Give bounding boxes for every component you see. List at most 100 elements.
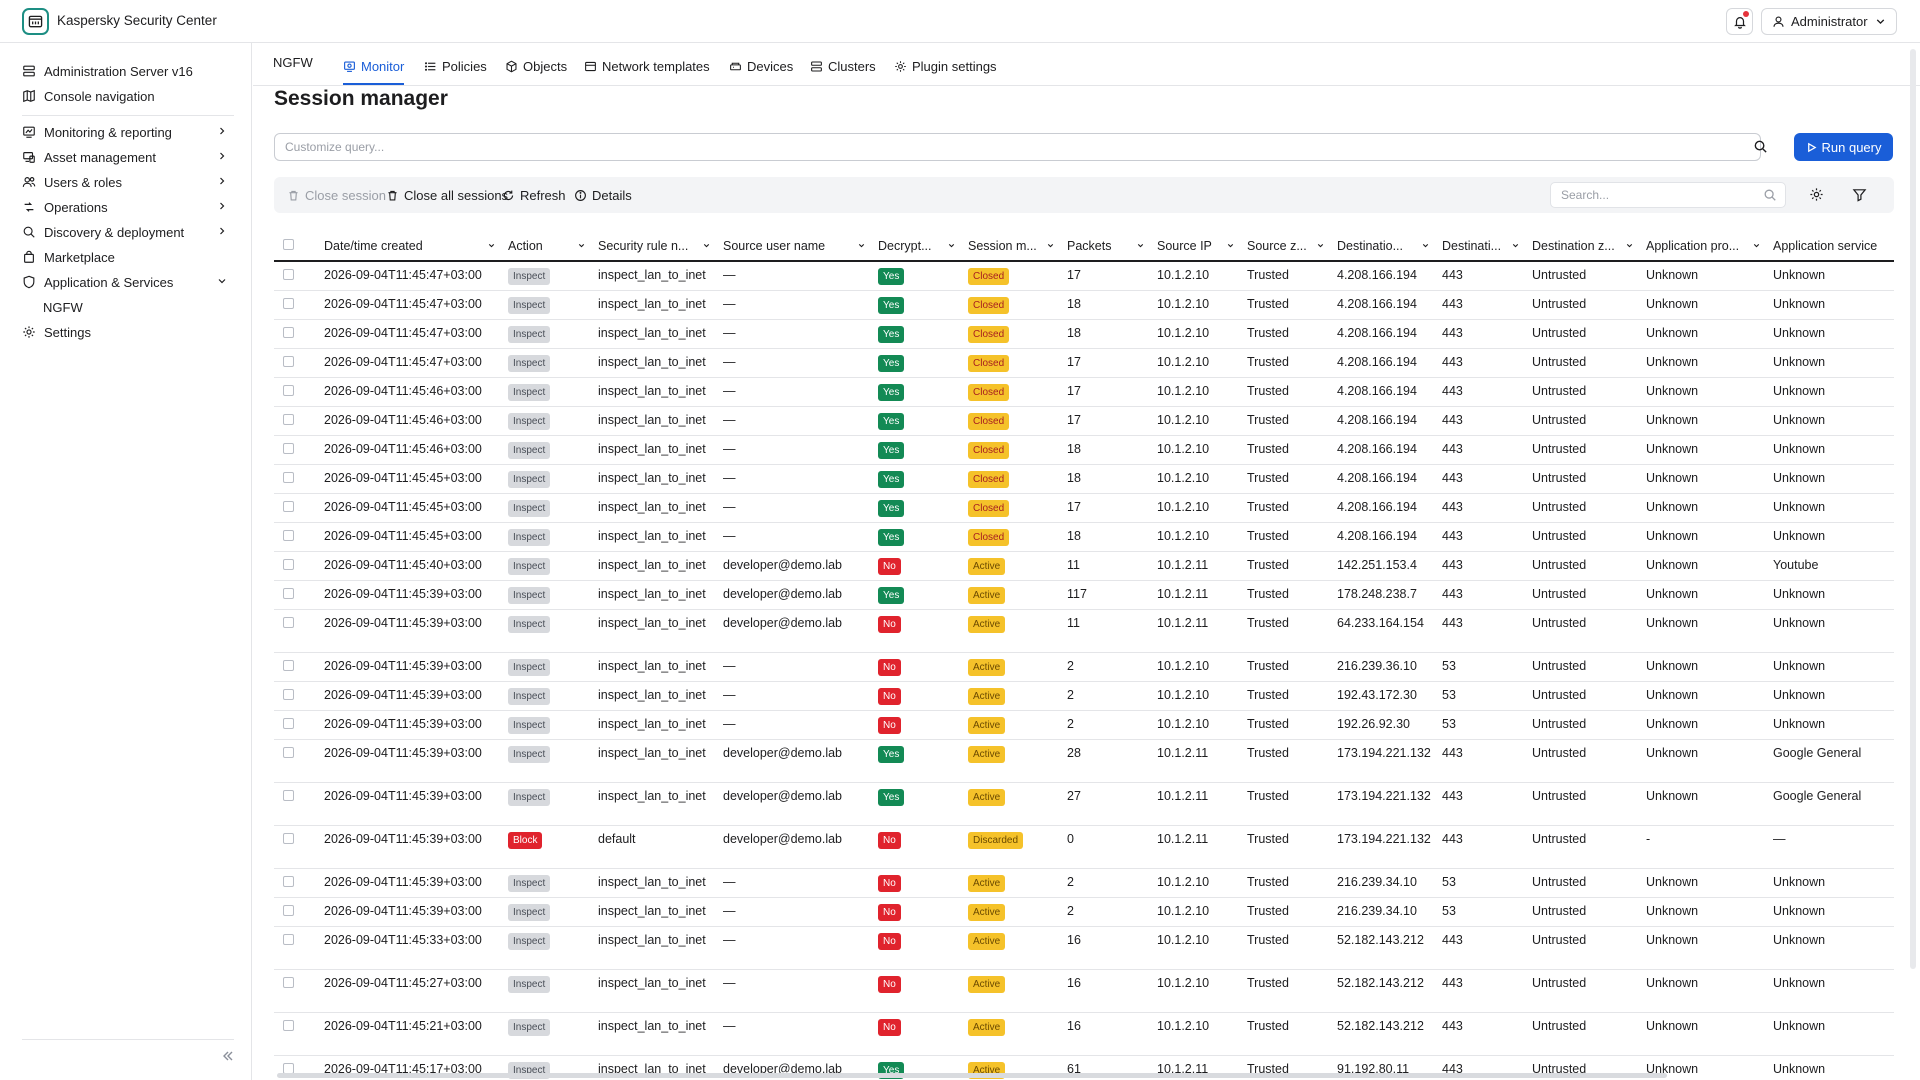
row-checkbox[interactable] <box>283 746 294 758</box>
column-header[interactable]: Application service <box>1769 231 1894 262</box>
app-logo-icon[interactable] <box>22 8 49 35</box>
table-row[interactable]: 2026-09-04T11:45:46+03:00 Inspect inspect_… <box>274 435 1894 465</box>
column-header[interactable]: Source IP <box>1153 231 1243 262</box>
list-icon <box>424 62 436 71</box>
table-row[interactable]: 2026-09-04T11:45:39+03:00 Inspect inspect_… <box>274 868 1894 898</box>
table-row[interactable]: 2026-09-04T11:45:47+03:00 Inspect inspect_… <box>274 319 1894 349</box>
tab-devices[interactable]: Devices <box>729 59 793 85</box>
settings-icon[interactable] <box>1809 187 1824 202</box>
row-checkbox[interactable] <box>283 500 294 512</box>
refresh-button[interactable]: Refresh <box>502 186 566 204</box>
row-checkbox[interactable] <box>283 1062 294 1074</box>
sidebar-item-ngfw[interactable]: NGFW <box>43 296 83 318</box>
sidebar-item-marketplace[interactable]: Marketplace <box>22 246 228 268</box>
tab-plugin-settings[interactable]: Plugin settings <box>894 59 997 85</box>
tab-network-templates[interactable]: Network templates <box>584 59 710 85</box>
row-checkbox[interactable] <box>283 904 294 916</box>
row-checkbox[interactable] <box>283 558 294 570</box>
close-all-sessions-button[interactable]: Close all sessions <box>386 186 508 204</box>
query-input[interactable] <box>274 133 1761 161</box>
column-header[interactable]: Decrypt... <box>874 231 964 262</box>
column-header[interactable]: Destination z... <box>1528 231 1642 262</box>
collapse-sidebar-icon[interactable] <box>220 1048 236 1064</box>
column-header[interactable]: Source z... <box>1243 231 1333 262</box>
column-header[interactable]: Security rule n... <box>594 231 719 262</box>
table-row[interactable]: 2026-09-04T11:45:39+03:00 Inspect inspect_… <box>274 897 1894 927</box>
row-checkbox[interactable] <box>283 1019 294 1031</box>
user-menu-button[interactable]: Administrator <box>1761 8 1897 35</box>
row-checkbox[interactable] <box>283 832 294 844</box>
table-row[interactable]: 2026-09-04T11:45:39+03:00 Inspect inspect_… <box>274 580 1894 610</box>
column-header[interactable]: Destinati... <box>1438 231 1528 262</box>
sidebar-item-operations[interactable]: Operations <box>22 196 228 218</box>
table-row[interactable]: 2026-09-04T11:45:27+03:00 Inspect inspect_… <box>274 969 1894 1013</box>
row-checkbox[interactable] <box>283 442 294 454</box>
search-icon[interactable] <box>1753 139 1768 154</box>
row-checkbox[interactable] <box>283 269 294 280</box>
table-row[interactable]: 2026-09-04T11:45:46+03:00 Inspect inspect_… <box>274 377 1894 407</box>
row-checkbox[interactable] <box>283 688 294 700</box>
table-row[interactable]: 2026-09-04T11:45:39+03:00 Inspect inspect_… <box>274 609 1894 653</box>
sidebar-item-administration-server[interactable]: Administration Server v16 <box>22 60 228 82</box>
source-user-cell: — <box>719 290 874 320</box>
table-row[interactable]: 2026-09-04T11:45:39+03:00 Inspect inspect_… <box>274 681 1894 711</box>
column-header[interactable]: Date/time created <box>320 231 504 262</box>
column-header[interactable]: Application pro... <box>1642 231 1769 262</box>
vertical-scrollbar[interactable] <box>1910 49 1916 969</box>
sidebar-item-monitoring-reporting[interactable]: Monitoring & reporting <box>22 121 228 143</box>
column-header[interactable]: Action <box>504 231 594 262</box>
sidebar-item-discovery-deployment[interactable]: Discovery & deployment <box>22 221 228 243</box>
table-row[interactable]: 2026-09-04T11:45:39+03:00 Inspect inspect_… <box>274 710 1894 740</box>
table-row[interactable]: 2026-09-04T11:45:33+03:00 Inspect inspect_… <box>274 926 1894 970</box>
sidebar-item-application-services[interactable]: Application & Services <box>22 271 228 293</box>
row-checkbox[interactable] <box>283 587 294 599</box>
row-checkbox[interactable] <box>283 976 294 988</box>
row-checkbox[interactable] <box>283 297 294 309</box>
table-search-input[interactable] <box>1550 182 1786 208</box>
table-row[interactable]: 2026-09-04T11:45:21+03:00 Inspect inspect_… <box>274 1012 1894 1056</box>
row-checkbox[interactable] <box>283 384 294 396</box>
table-row[interactable]: 2026-09-04T11:45:39+03:00 Inspect inspect_… <box>274 739 1894 783</box>
table-row[interactable]: 2026-09-04T11:45:40+03:00 Inspect inspect_… <box>274 551 1894 581</box>
table-row[interactable]: 2026-09-04T11:45:47+03:00 Inspect inspect_… <box>274 261 1894 291</box>
details-button[interactable]: Details <box>574 186 632 204</box>
select-all-checkbox[interactable] <box>283 239 294 250</box>
table-row[interactable]: 2026-09-04T11:45:47+03:00 Inspect inspect_… <box>274 348 1894 378</box>
row-checkbox[interactable] <box>283 933 294 945</box>
row-checkbox[interactable] <box>283 529 294 541</box>
column-header[interactable]: Packets <box>1063 231 1153 262</box>
table-row[interactable]: 2026-09-04T11:45:46+03:00 Inspect inspect_… <box>274 406 1894 436</box>
table-row[interactable]: 2026-09-04T11:45:45+03:00 Inspect inspect_… <box>274 464 1894 494</box>
horizontal-scrollbar[interactable] <box>277 1073 1667 1078</box>
row-checkbox[interactable] <box>283 717 294 729</box>
row-checkbox[interactable] <box>283 659 294 671</box>
tab-clusters[interactable]: Clusters <box>810 59 876 85</box>
table-row[interactable]: 2026-09-04T11:45:45+03:00 Inspect inspect_… <box>274 493 1894 523</box>
notifications-button[interactable] <box>1726 8 1753 35</box>
table-row[interactable]: 2026-09-04T11:45:45+03:00 Inspect inspect_… <box>274 522 1894 552</box>
table-row[interactable]: 2026-09-04T11:45:39+03:00 Inspect inspect_… <box>274 782 1894 826</box>
close-session-button[interactable]: Close session <box>287 186 386 204</box>
row-checkbox[interactable] <box>283 471 294 483</box>
sidebar-item-users-roles[interactable]: Users & roles <box>22 171 228 193</box>
row-checkbox[interactable] <box>283 616 294 628</box>
tab-monitor[interactable]: Monitor <box>343 59 405 85</box>
row-checkbox[interactable] <box>283 326 294 338</box>
tab-objects[interactable]: Objects <box>505 59 567 85</box>
tab-policies[interactable]: Policies <box>424 59 487 85</box>
sidebar-item-asset-management[interactable]: Asset management <box>22 146 228 168</box>
row-checkbox[interactable] <box>283 413 294 425</box>
row-checkbox[interactable] <box>283 875 294 887</box>
column-header[interactable]: Destinatio... <box>1333 231 1438 262</box>
sidebar-item-settings[interactable]: Settings <box>22 321 228 343</box>
run-query-button[interactable]: Run query <box>1794 133 1893 161</box>
table-row[interactable]: 2026-09-04T11:45:39+03:00 Block default dev… <box>274 825 1894 869</box>
row-checkbox[interactable] <box>283 789 294 801</box>
table-row[interactable]: 2026-09-04T11:45:39+03:00 Inspect inspect_… <box>274 652 1894 682</box>
column-header[interactable]: Source user name <box>719 231 874 262</box>
row-checkbox[interactable] <box>283 355 294 367</box>
table-row[interactable]: 2026-09-04T11:45:47+03:00 Inspect inspect_… <box>274 290 1894 320</box>
sidebar-item-console-navigation[interactable]: Console navigation <box>22 85 228 107</box>
column-header[interactable]: Session m... <box>964 231 1063 262</box>
filter-icon[interactable] <box>1852 187 1867 202</box>
